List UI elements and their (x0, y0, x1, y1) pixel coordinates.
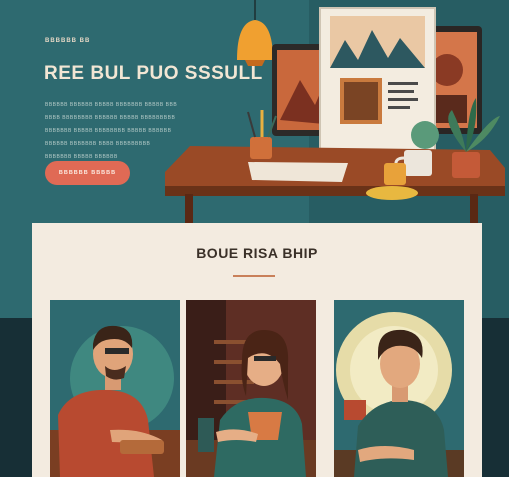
content-card: BOUE RISA BHIP (32, 223, 482, 477)
team-portrait-2 (186, 300, 316, 477)
cta-button[interactable]: BBBBBB BBBBB (45, 161, 130, 185)
team-card-3[interactable] (334, 300, 464, 477)
team-card-1[interactable] (50, 300, 180, 477)
team-card-2[interactable] (186, 300, 316, 477)
section-title-underline (233, 275, 275, 277)
pendant-lamp-icon (237, 0, 273, 66)
monitor-icon (272, 7, 482, 158)
hero-eyebrow: BBBBBB BB (45, 38, 91, 44)
section-title: BOUE RISA BHIP (196, 245, 318, 261)
team-portrait-1 (50, 300, 180, 477)
workspace-illustration (165, 0, 505, 230)
team-portrait-3 (334, 300, 464, 477)
